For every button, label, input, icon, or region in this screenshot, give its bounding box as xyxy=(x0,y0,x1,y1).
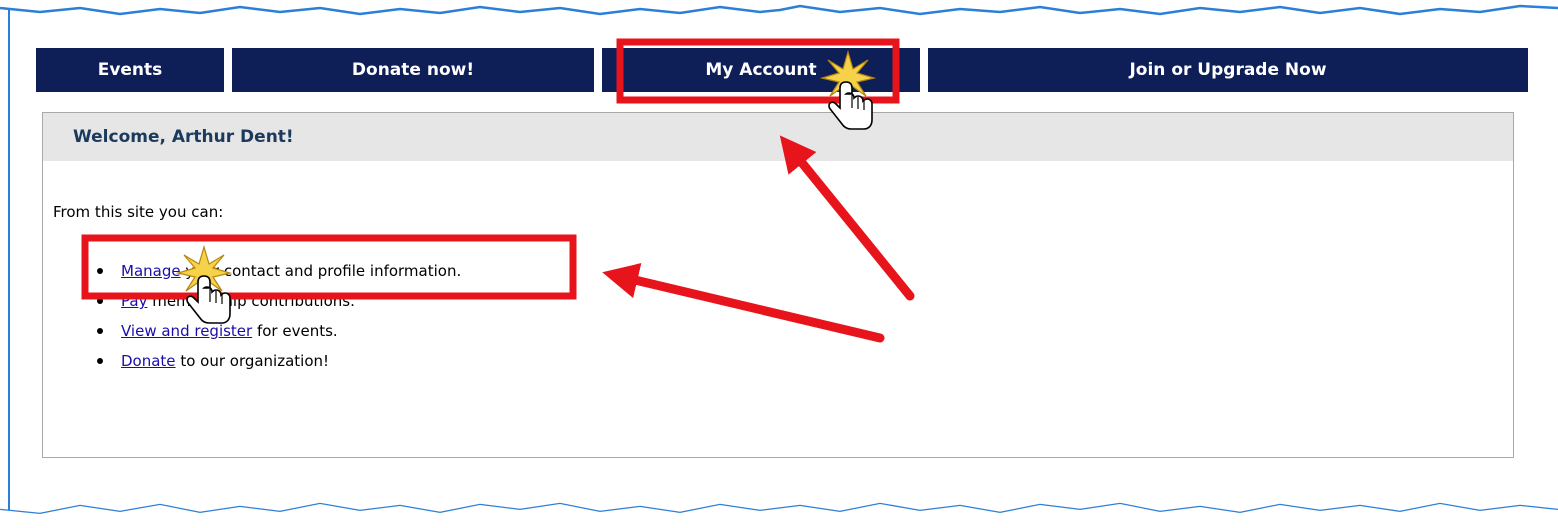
list-item-text: membership contributions. xyxy=(147,292,355,310)
feature-list: Manage your contact and profile informat… xyxy=(95,256,461,376)
list-item: Donate to our organization! xyxy=(95,346,461,376)
screenshot-stage: Events Donate now! My Account Join or Up… xyxy=(0,0,1558,528)
tab-join-or-upgrade[interactable]: Join or Upgrade Now xyxy=(928,48,1528,92)
pay-link[interactable]: Pay xyxy=(121,292,147,310)
list-item: Pay membership contributions. xyxy=(95,286,461,316)
intro-text: From this site you can: xyxy=(53,203,224,221)
list-item-text: your contact and profile information. xyxy=(180,262,462,280)
list-item-text: to our organization! xyxy=(175,352,330,370)
list-item: Manage your contact and profile informat… xyxy=(95,256,461,286)
tab-events[interactable]: Events xyxy=(36,48,224,92)
list-item: View and register for events. xyxy=(95,316,461,346)
tab-donate-now[interactable]: Donate now! xyxy=(232,48,594,92)
manage-link[interactable]: Manage xyxy=(121,262,181,280)
bullet-icon xyxy=(97,298,103,304)
bullet-icon xyxy=(97,268,103,274)
main-nav: Events Donate now! My Account Join or Up… xyxy=(36,48,1528,92)
bullet-icon xyxy=(97,358,103,364)
tab-my-account[interactable]: My Account xyxy=(602,48,920,92)
welcome-heading: Welcome, Arthur Dent! xyxy=(43,113,1513,161)
list-item-text: for events. xyxy=(252,322,338,340)
welcome-panel: Welcome, Arthur Dent! From this site you… xyxy=(42,112,1514,458)
donate-link[interactable]: Donate xyxy=(121,352,176,370)
bullet-icon xyxy=(97,328,103,334)
view-and-register-link[interactable]: View and register xyxy=(121,322,252,340)
